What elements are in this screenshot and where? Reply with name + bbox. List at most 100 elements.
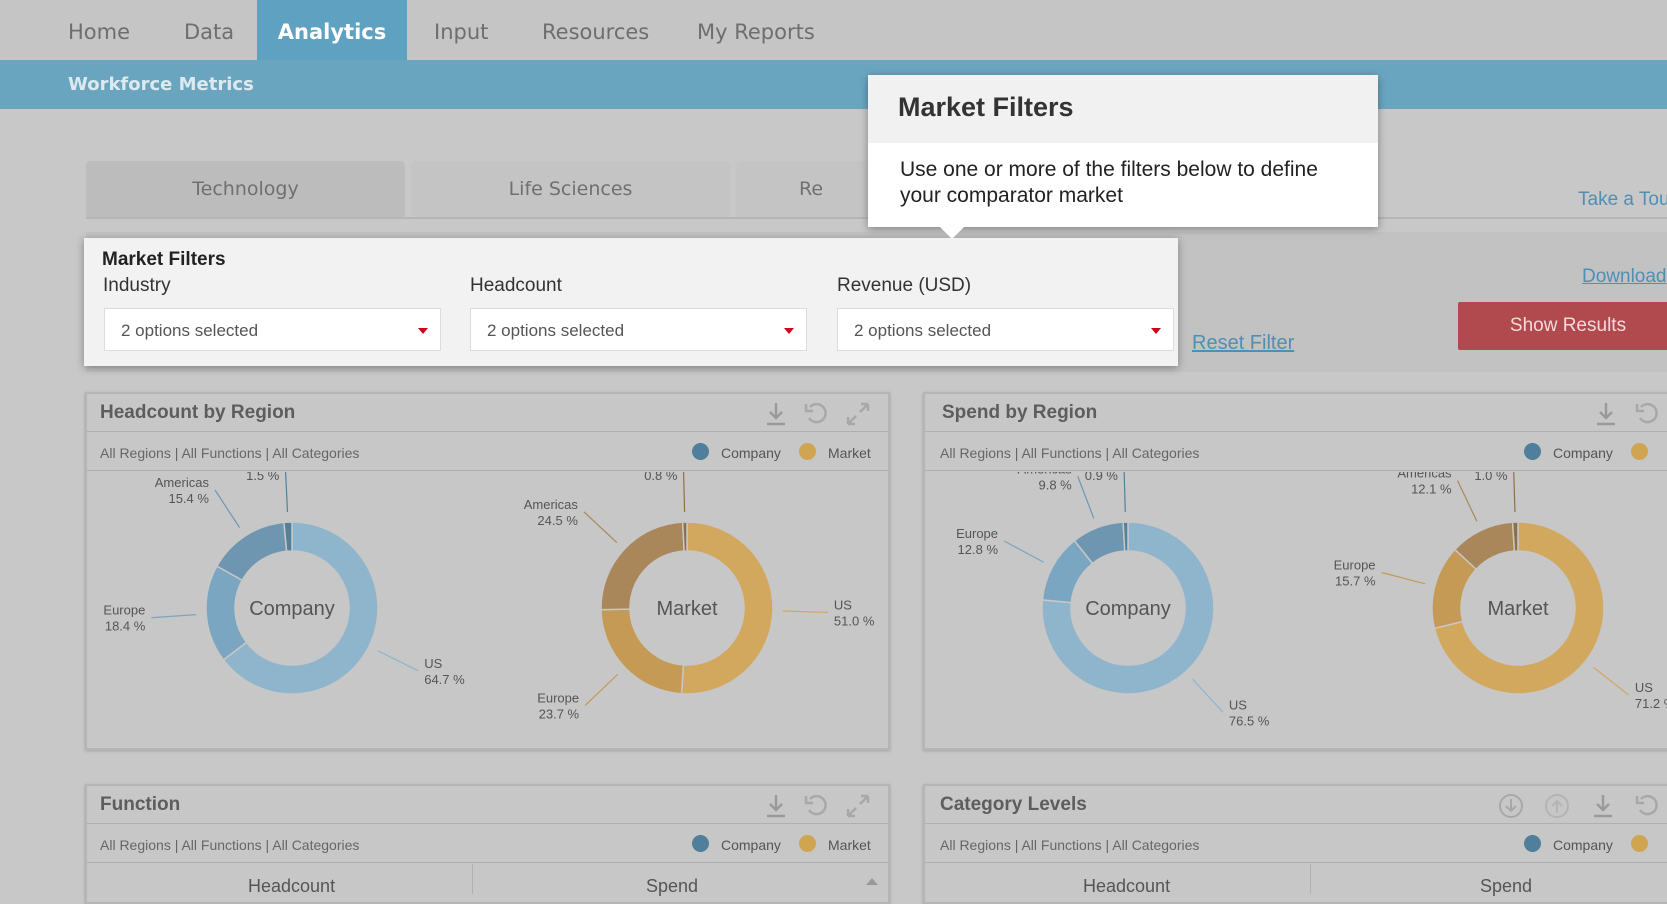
slice-leader-line (782, 610, 828, 614)
download-icon[interactable] (762, 792, 790, 820)
drill-up-icon[interactable] (1543, 792, 1571, 820)
column-header-spend: Spend (1480, 876, 1533, 896)
slice-leader-line (1593, 666, 1630, 696)
slice-value: 0.8 % (644, 472, 678, 483)
undo-icon[interactable] (1633, 400, 1661, 428)
donut-slice-mea[interactable] (1511, 521, 1519, 552)
slice-value: 0.9 % (1085, 472, 1119, 483)
slice-label: Europe (1334, 558, 1376, 573)
slice-leader-line (1457, 480, 1478, 522)
tab-third[interactable]: Re (736, 161, 886, 218)
column-header-headcount: Headcount (248, 876, 336, 896)
caret-down-icon (418, 328, 428, 334)
divider (925, 862, 1667, 863)
donut-slice-americas[interactable] (600, 521, 685, 611)
sub-nav-title[interactable]: Workforce Metrics (68, 74, 254, 95)
expand-icon[interactable] (844, 792, 872, 820)
tour-popover-arrow (939, 226, 965, 239)
tab-technology[interactable]: Technology (86, 161, 405, 218)
donut-slice-mea[interactable] (681, 521, 688, 552)
revenue-select-value: 2 options selected (854, 321, 992, 340)
divider (925, 431, 1667, 432)
nav-analytics[interactable]: Analytics (257, 0, 407, 60)
slice-leader-line (584, 673, 619, 706)
slice-value: 71.2 % (1635, 696, 1667, 711)
slice-label: Americas (524, 497, 579, 512)
nav-input[interactable]: Input (434, 0, 488, 60)
company-legend-label: Company (721, 837, 781, 853)
download-link[interactable]: Download (1582, 266, 1667, 288)
slice-leader-line (682, 472, 686, 513)
donut-center-label: Company (249, 598, 335, 620)
donut-slice-mea[interactable] (1122, 521, 1129, 552)
headcount-select[interactable]: 2 options selected (470, 308, 807, 351)
slice-leader-line (214, 489, 241, 528)
slice-label: US (1229, 697, 1247, 712)
drill-down-icon[interactable] (1497, 792, 1525, 820)
reset-filter-link[interactable]: Reset Filter (1192, 332, 1294, 355)
slice-value: 1.0 % (1474, 472, 1508, 483)
caret-down-icon (784, 328, 794, 334)
tab-life-sciences[interactable]: Life Sciences (411, 161, 730, 218)
slice-value: 12.1 % (1411, 482, 1452, 497)
nav-my-reports[interactable]: My Reports (697, 0, 815, 60)
slice-label: Europe (956, 526, 998, 541)
tour-popover-title: Market Filters (898, 92, 1074, 122)
card-title: Spend by Region (942, 402, 1098, 423)
undo-icon[interactable] (1633, 792, 1661, 820)
download-icon[interactable] (1589, 792, 1617, 820)
slice-leader-line (284, 472, 289, 513)
slice-value: 18.4 % (105, 619, 146, 634)
donut-center-label: Market (1487, 598, 1549, 620)
column-header-spend: Spend (646, 876, 699, 896)
donut-slice-americas[interactable] (215, 521, 288, 582)
slice-leader-line (583, 511, 618, 543)
undo-icon[interactable] (802, 400, 830, 428)
market-legend-dot (799, 835, 816, 852)
headcount-label: Headcount (470, 275, 562, 296)
slice-label: US (424, 656, 442, 671)
donut-slice-europe[interactable] (600, 608, 685, 695)
industry-select[interactable]: 2 options selected (104, 308, 441, 351)
divider (925, 470, 1667, 471)
divider (472, 864, 473, 894)
slice-value: 1.5 % (246, 472, 280, 483)
nav-data[interactable]: Data (184, 0, 234, 60)
top-nav: Home Data Analytics Input Resources My R… (0, 0, 1667, 60)
download-icon[interactable] (1592, 400, 1620, 428)
download-icon[interactable] (762, 400, 790, 428)
slice-value: 12.8 % (958, 542, 999, 557)
column-header-headcount: Headcount (1083, 876, 1171, 896)
slice-label: Americas (1397, 472, 1452, 481)
show-results-button[interactable]: Show Results (1458, 302, 1667, 350)
divider (925, 823, 1667, 824)
nav-home[interactable]: Home (68, 0, 130, 60)
nav-resources[interactable]: Resources (542, 0, 649, 60)
filter-summary: All Regions | All Functions | All Catego… (940, 837, 1200, 853)
undo-icon[interactable] (802, 792, 830, 820)
slice-leader-line (1192, 678, 1224, 713)
donut-center-label: Market (656, 598, 718, 620)
scroll-up-icon[interactable] (866, 878, 878, 885)
industry-label: Industry (103, 275, 171, 296)
divider (87, 862, 888, 863)
company-legend-dot (692, 443, 709, 460)
slice-leader-line (151, 614, 197, 619)
slice-value: 23.7 % (539, 706, 580, 721)
slice-leader-line (1381, 571, 1426, 585)
revenue-select[interactable]: 2 options selected (837, 308, 1174, 351)
industry-select-value: 2 options selected (121, 321, 259, 340)
headcount-select-value: 2 options selected (487, 321, 625, 340)
slice-value: 51.0 % (834, 613, 875, 628)
slice-leader-line (377, 650, 419, 672)
slice-value: 9.8 % (1038, 477, 1072, 492)
market-legend-dot (799, 443, 816, 460)
divider (87, 470, 888, 471)
company-legend-dot (1524, 835, 1541, 852)
take-tour-link[interactable]: Take a Tou (1578, 189, 1667, 211)
filter-summary: All Regions | All Functions | All Catego… (100, 445, 360, 461)
company-legend-label: Company (1553, 445, 1613, 461)
market-filters-title: Market Filters (102, 249, 226, 270)
donut-slice-europe[interactable] (205, 565, 248, 661)
expand-icon[interactable] (844, 400, 872, 428)
